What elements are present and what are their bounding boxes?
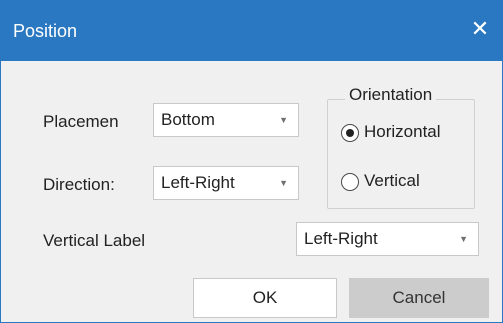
- vertical-label-value: Left-Right: [304, 229, 378, 248]
- radio-horizontal[interactable]: Horizontal: [341, 122, 471, 144]
- chevron-down-icon: ▼: [279, 115, 288, 125]
- radio-horizontal-label: Horizontal: [364, 122, 441, 141]
- radio-vertical[interactable]: Vertical: [341, 171, 471, 193]
- placement-dropdown[interactable]: Bottom ▼: [153, 103, 299, 137]
- close-button[interactable]: ✕: [458, 1, 502, 61]
- direction-label: Direction:: [43, 175, 115, 194]
- vertical-label-dropdown[interactable]: Left-Right ▼: [296, 222, 479, 256]
- cancel-button[interactable]: Cancel: [349, 278, 489, 318]
- orientation-legend: Orientation: [345, 85, 437, 105]
- close-icon: ✕: [470, 16, 490, 41]
- direction-value: Left-Right: [161, 173, 235, 192]
- ok-button[interactable]: OK: [193, 278, 337, 318]
- radio-circle: [341, 173, 359, 191]
- chevron-down-icon: ▼: [459, 234, 468, 244]
- placement-value: Bottom: [161, 110, 215, 129]
- chevron-down-icon: ▼: [279, 178, 288, 188]
- dialog-title: Position: [13, 21, 78, 41]
- radio-circle: [341, 124, 359, 142]
- radio-vertical-label: Vertical: [364, 171, 420, 190]
- placement-label: Placemen: [43, 112, 119, 131]
- position-dialog: Position ✕ Placemen Bottom ▼ Direction: …: [0, 0, 503, 323]
- title-bar: Position ✕: [1, 1, 502, 61]
- radio-selected-dot: [346, 129, 354, 137]
- vertical-label-label: Vertical Label: [43, 231, 146, 250]
- direction-dropdown[interactable]: Left-Right ▼: [153, 166, 299, 200]
